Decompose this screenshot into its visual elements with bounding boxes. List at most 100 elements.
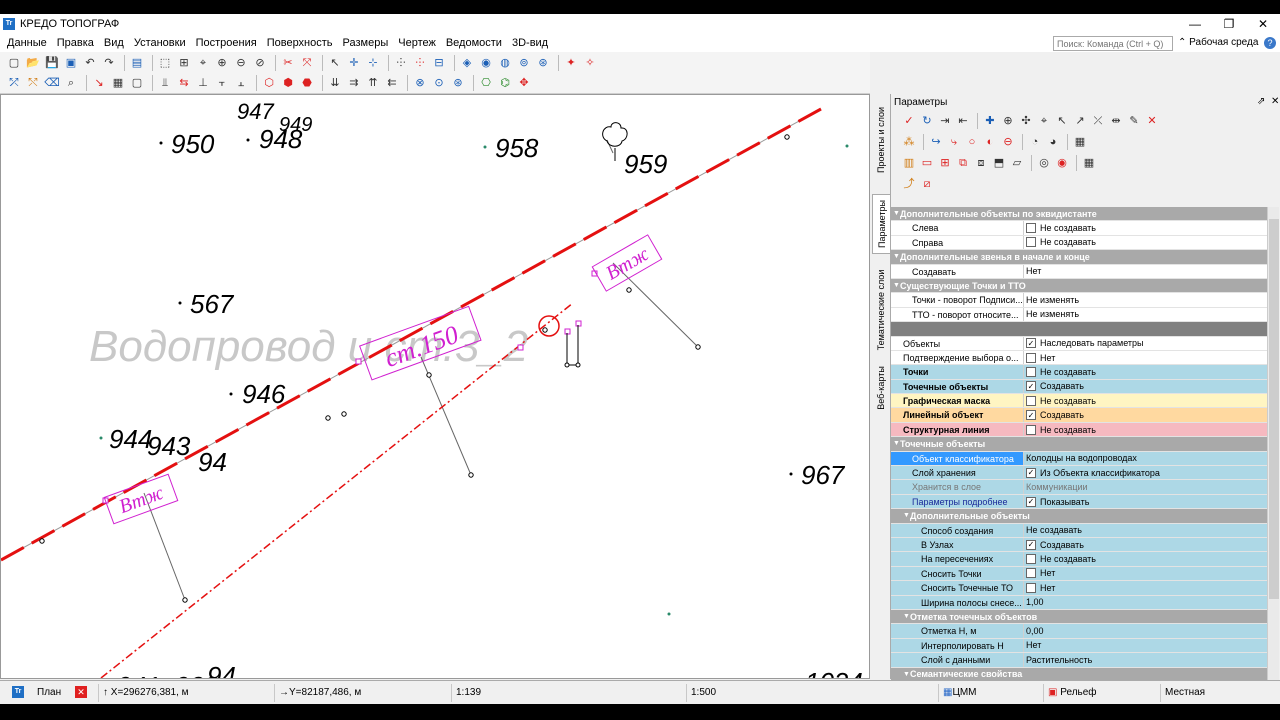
survey-point-947[interactable]: 947 (237, 99, 274, 124)
menu-item[interactable]: Поверхность (262, 34, 338, 52)
menu-item[interactable]: 3D-вид (507, 34, 553, 52)
undo-icon[interactable]: ↶ (82, 55, 98, 71)
half-icon[interactable]: ⬒ (991, 155, 1007, 171)
checkbox-unchecked[interactable] (1026, 424, 1036, 435)
survey-point-943[interactable]: 943 (147, 431, 191, 461)
level-icon[interactable]: ⫫ (157, 75, 173, 91)
cancel-icon[interactable]: ✕ (1144, 113, 1160, 129)
edit-icon[interactable]: ⤱ (6, 75, 22, 91)
plot-3-icon[interactable]: ✥ (516, 75, 532, 91)
coordinate-system[interactable]: Местная (1160, 684, 1278, 702)
chevron-down-icon[interactable]: ▼ (901, 512, 910, 519)
command-search-input[interactable] (1053, 36, 1173, 51)
circle-icon[interactable]: ○ (964, 134, 980, 150)
pipe-vertex[interactable] (695, 344, 701, 350)
survey-point-967[interactable]: 967 (789, 460, 846, 490)
param-value[interactable]: Нет (1024, 351, 1267, 364)
chevron-down-icon[interactable]: ▼ (891, 282, 900, 289)
checkbox-checked[interactable]: ✓ (1026, 410, 1036, 421)
param-value[interactable]: 0,00 (1024, 624, 1267, 637)
param-value[interactable]: Нет (1024, 581, 1267, 594)
view-tab-plan[interactable]: План (33, 684, 61, 702)
scrollbar-thumb[interactable] (1269, 219, 1279, 599)
param-value[interactable]: Не создавать (1024, 221, 1267, 234)
survey-point-944[interactable]: 944 (99, 424, 153, 454)
checkbox-unchecked[interactable] (1026, 223, 1036, 234)
param-value[interactable]: ✓ Из Объекта классификатора (1024, 466, 1267, 479)
param-row[interactable]: Точки Не создавать (891, 365, 1267, 380)
add-point-icon[interactable]: ✚ (982, 113, 998, 129)
grid-add-icon[interactable]: ⊞ (937, 155, 953, 171)
param-row[interactable]: Сносить Точечные ТО Нет (891, 581, 1267, 596)
apply-icon[interactable]: ✓ (901, 113, 917, 129)
snap-target-icon[interactable]: ⌖ (1036, 113, 1052, 129)
relief-indicator[interactable]: ▣ Рельеф (1043, 684, 1159, 702)
branch-icon[interactable]: ⤷ (946, 134, 962, 150)
param-value[interactable]: Коммуникации (1024, 480, 1267, 493)
menu-item[interactable]: Размеры (338, 34, 394, 52)
obj-icon[interactable]: ▥ (901, 155, 917, 171)
survey-point-958[interactable]: 958 (483, 133, 539, 163)
menu-item[interactable]: Ведомости (441, 34, 507, 52)
save-icon[interactable]: 💾 (44, 55, 60, 71)
param-value[interactable]: 1,00 (1024, 596, 1267, 609)
param-value[interactable]: Не создавать (1024, 236, 1267, 249)
param-value[interactable]: Не изменять (1024, 308, 1267, 321)
pipe-vertex[interactable] (341, 411, 347, 417)
target-2-icon[interactable]: ◉ (1054, 155, 1070, 171)
survey-point-567[interactable]: 567 (178, 289, 235, 319)
plot-icon[interactable]: ⎔ (478, 75, 494, 91)
pipe-vertex[interactable] (39, 538, 45, 544)
tab-web-maps[interactable]: Веб-карты (872, 358, 890, 418)
zoom-in-icon[interactable]: ⊕ (214, 55, 230, 71)
param-row[interactable]: Линейный объект ✓ Создавать (891, 408, 1267, 423)
parameters-scrollbar[interactable] (1267, 207, 1279, 680)
checkbox-unchecked[interactable] (1026, 395, 1036, 406)
grip-handle[interactable] (517, 344, 524, 351)
survey-point-1024[interactable]: 1024 (796, 667, 863, 678)
param-row[interactable]: ТТО - поворот относите... Не изменять (891, 307, 1267, 323)
star-icon[interactable]: ⊛ (450, 75, 466, 91)
param-section-header[interactable]: ▼ Точечные объекты (891, 437, 1267, 452)
target-icon[interactable]: ◎ (1036, 155, 1052, 171)
chevron-down-icon[interactable]: ▼ (901, 613, 910, 620)
open-icon[interactable]: 📂 (25, 55, 41, 71)
grip-handle[interactable] (355, 358, 362, 365)
minimize-button[interactable]: — (1178, 14, 1212, 34)
properties-icon[interactable]: ▤ (129, 55, 145, 71)
checkbox-unchecked[interactable] (1026, 554, 1036, 565)
param-section-header[interactable]: ▼ Семантические свойства (891, 667, 1267, 680)
cross-arrows-icon[interactable]: ⤫ (1090, 113, 1106, 129)
checkbox-unchecked[interactable] (1026, 366, 1036, 377)
param-row[interactable]: Объект классификатора Колодцы на водопров… (891, 451, 1267, 467)
select-icon[interactable]: ↖ (327, 55, 343, 71)
plot-2-icon[interactable]: ⌬ (497, 75, 513, 91)
snap-grid-icon[interactable]: ⊟ (431, 55, 447, 71)
select-cross-icon[interactable]: ✛ (346, 55, 362, 71)
param-row[interactable]: Объекты ✓ Наследовать параметры (891, 336, 1267, 351)
flip-icon[interactable]: ⇆ (176, 75, 192, 91)
pipe-vertex[interactable] (325, 415, 331, 421)
layer-3-icon[interactable]: ◍ (497, 55, 513, 71)
zoom-out-icon[interactable]: ⊖ (233, 55, 249, 71)
ground-2-icon[interactable]: ⫠ (233, 75, 249, 91)
param-value[interactable]: Не создавать (1024, 524, 1267, 537)
menu-item[interactable]: Построения (191, 34, 262, 52)
zoom-window-icon[interactable]: ⊘ (252, 55, 268, 71)
maximize-button[interactable]: ❐ (1212, 14, 1246, 34)
param-row[interactable]: Справа Не создавать (891, 235, 1267, 251)
param-value[interactable]: Нет (1024, 567, 1267, 580)
param-section-header[interactable]: ▼ Отметка точечных объектов (891, 609, 1267, 625)
close-button[interactable]: ✕ (1246, 14, 1280, 34)
pipe-vertex[interactable] (426, 372, 432, 378)
polygon-3-icon[interactable]: ⬣ (299, 75, 315, 91)
pipe-vertex[interactable] (542, 327, 548, 333)
selected-well-marker[interactable] (538, 315, 560, 337)
marker-2-icon[interactable]: ✧ (582, 55, 598, 71)
tab-thematic-layers[interactable]: Тематические слои (872, 260, 890, 360)
param-row[interactable]: Подтверждение выбора о... Нет (891, 350, 1267, 366)
checkbox-checked[interactable]: ✓ (1026, 467, 1036, 478)
param-row[interactable]: Отметка Н, м 0,00 (891, 624, 1267, 639)
param-row[interactable]: Точечные объекты ✓ Создавать (891, 379, 1267, 395)
survey-point-9yy[interactable]: 94 (207, 661, 236, 678)
